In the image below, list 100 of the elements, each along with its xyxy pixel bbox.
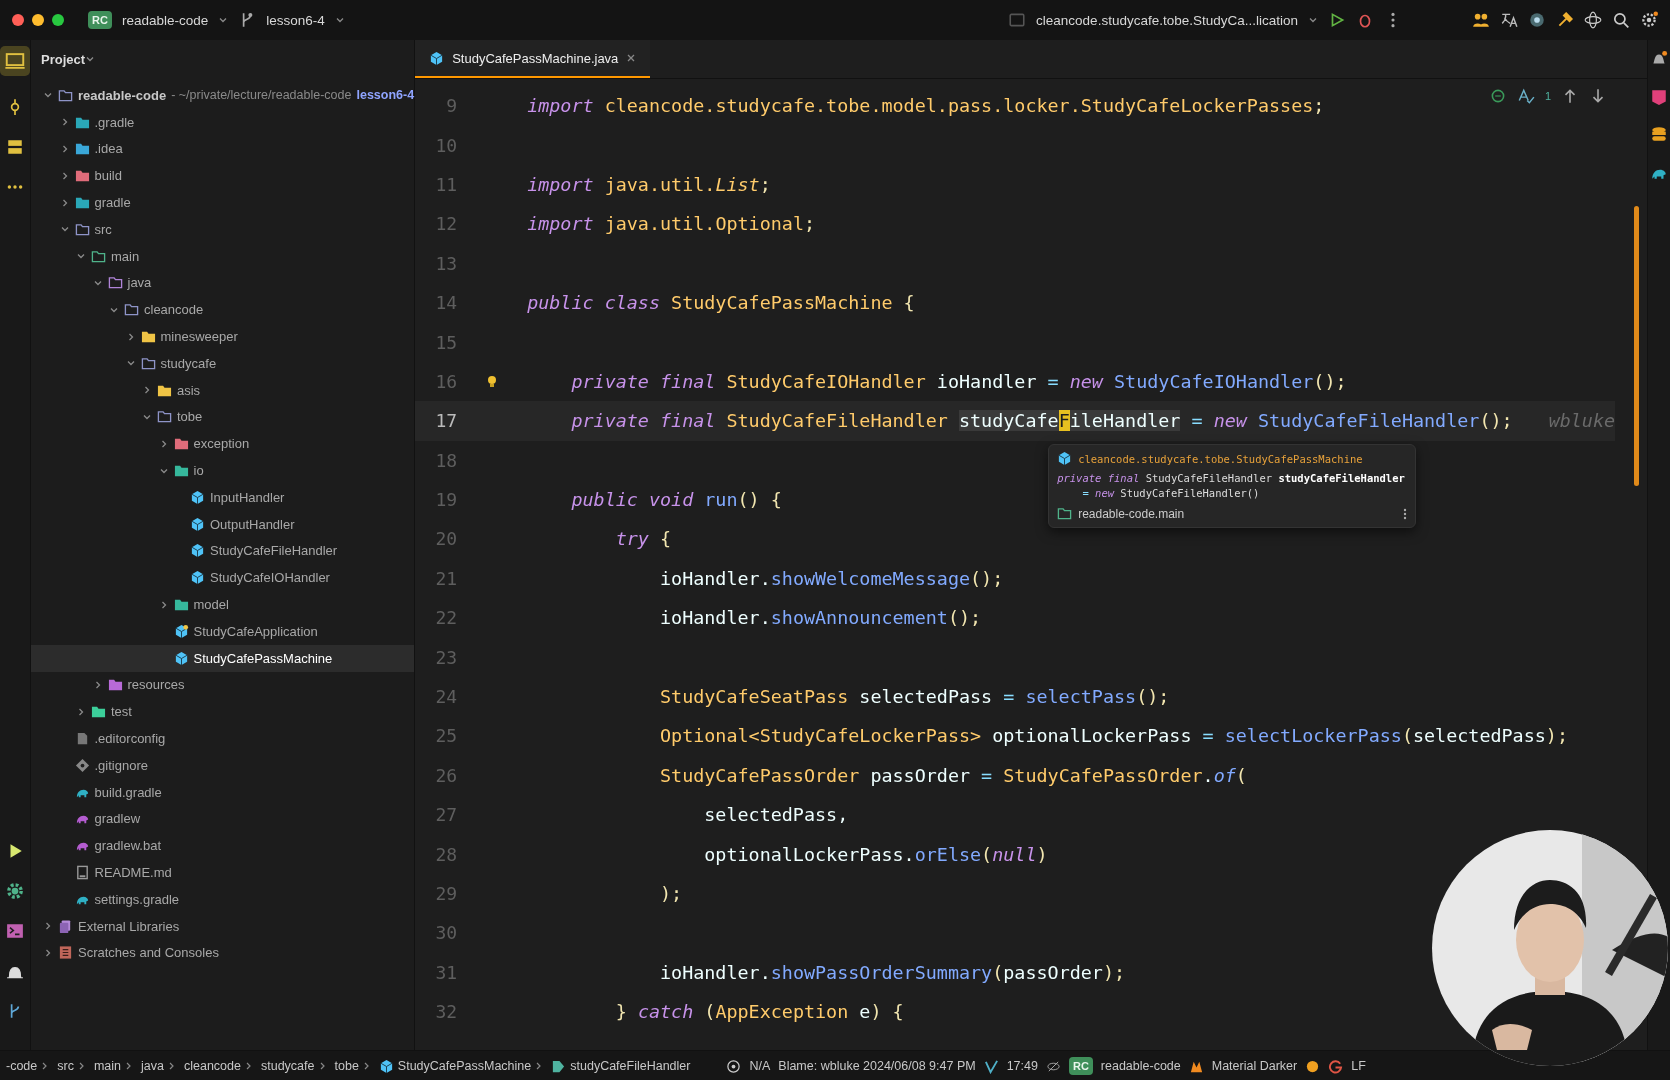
tree-item[interactable]: resources [127,677,185,693]
breadcrumb[interactable]: main [93,1059,122,1073]
chevron-down-icon[interactable] [85,54,96,64]
breadcrumb[interactable]: java [141,1059,164,1073]
inspection-count[interactable]: 1 [1544,90,1552,102]
settings-icon[interactable] [1640,11,1658,29]
class-icon [190,543,205,559]
tree-item[interactable]: StudyCafeFileHandler [210,543,338,559]
line-number: 9 [445,95,458,117]
line-number: 10 [434,134,458,156]
cursor-position[interactable]: 17:49 [1006,1059,1038,1073]
close-button[interactable] [12,14,24,26]
vcs-status[interactable]: N/A [749,1059,771,1073]
code-line: ); [659,883,683,904]
tree-item[interactable]: exception [193,436,250,452]
tree-item[interactable]: .editorconfig [94,731,166,746]
tree-item[interactable]: main [111,248,140,264]
breadcrumb[interactable]: tobe [334,1059,359,1073]
breadcrumb[interactable]: studyCafeFileHandler [570,1059,691,1073]
tree-item[interactable]: settings.gradle [94,891,180,907]
gear-icon[interactable] [6,882,24,900]
tree-item[interactable]: io [193,463,204,479]
chevron-right-icon [362,1061,371,1071]
code-line: import java.util.List; [527,173,771,195]
tree-item[interactable]: build.gradle [94,784,162,800]
tree-item[interactable]: gradlew.bat [94,838,161,854]
run-configuration[interactable]: cleancode.studycafe.tobe.StudyCa...lication [1036,12,1298,28]
atom-icon[interactable] [1584,11,1602,29]
blame-info[interactable]: Blame: wbluke 2024/06/08 9:47 PM [778,1059,976,1073]
project-badge: RC [1068,1057,1093,1075]
hammer-icon[interactable] [1556,11,1574,29]
structure-icon[interactable] [6,138,24,156]
tree-item[interactable]: cleancode [144,302,204,318]
list-icon [58,945,73,961]
tree-item[interactable]: README.md [94,865,172,880]
search-icon[interactable] [1612,11,1630,29]
dot-icon[interactable] [1305,1058,1321,1074]
code-line: try { [614,528,672,550]
chevron-down-icon[interactable] [334,15,345,25]
line-number: 13 [434,252,458,274]
branch-selector[interactable]: lesson6-4 [266,12,325,28]
g-icon[interactable] [1328,1058,1344,1074]
translate-icon[interactable] [1500,11,1518,29]
branch-label: lesson6-4 [356,88,415,103]
line-number: 29 [434,883,458,904]
chevron-right-icon[interactable] [43,921,53,932]
monitor-icon[interactable] [0,46,30,76]
chevron-down-icon[interactable] [1308,15,1318,25]
tree-item[interactable]: minesweeper [160,329,238,345]
tree-item[interactable]: tobe [177,409,203,425]
panel-title[interactable]: Project [41,51,86,67]
tree-item[interactable]: test [111,704,132,720]
tree-item[interactable]: asis [177,382,201,398]
database-icon[interactable] [1650,126,1669,144]
class-path[interactable]: cleancode.studycafe.tobe.StudyCafePassMachine [1078,452,1363,465]
maximize-button[interactable] [52,14,64,26]
scrollbar[interactable] [1634,206,1640,486]
chevron-right-icon[interactable] [76,706,86,717]
tree-item[interactable]: StudyCafeIOHandler [210,570,330,586]
more-icon[interactable] [1403,507,1408,520]
tree-item[interactable]: OutputHandler [210,516,295,532]
tree-item[interactable]: src [94,221,112,237]
chevron-down-icon[interactable] [218,15,229,25]
tree-item[interactable]: Scratches and Consoles [78,945,219,961]
terminal-icon[interactable] [6,922,24,940]
breadcrumb[interactable]: -code [6,1059,38,1073]
spellcheck-icon[interactable] [1516,87,1535,105]
circle-icon[interactable] [1528,11,1546,29]
class-icon [190,516,205,532]
tree-item[interactable]: .gradle [94,114,135,130]
tree-item[interactable]: External Libraries [78,918,180,934]
plugin-icon[interactable] [1650,88,1669,106]
tree-item[interactable]: InputHandler [210,489,285,505]
tree-item[interactable]: studycafe [160,355,217,371]
project-selector[interactable]: readable-code [121,12,209,28]
chevron-right-icon[interactable] [43,947,53,958]
theme-name[interactable]: Material Darker [1211,1059,1298,1073]
project-name[interactable]: readable-code [1100,1059,1181,1073]
minimize-button[interactable] [32,14,44,26]
tree-item[interactable]: gradlew [94,811,141,827]
chevron-right-icon [77,1061,86,1071]
breadcrumb[interactable]: cleancode [184,1059,241,1073]
people-icon[interactable] [1472,11,1490,29]
tree-item[interactable]: readable-code [78,87,167,103]
breadcrumb[interactable]: studycafe [261,1059,315,1073]
checkmark-icon[interactable] [983,1058,999,1074]
breadcrumb[interactable]: StudyCafePassMachine [397,1059,532,1073]
tree-item[interactable]: java [127,275,152,291]
breadcrumb[interactable]: src [57,1059,74,1073]
tree-item[interactable]: .idea [94,141,123,157]
close-icon[interactable] [626,53,637,63]
tree-item[interactable]: build [94,168,122,184]
tree-item[interactable]: StudyCafeApplication [193,623,318,639]
folder-icon [157,409,172,425]
tree-item[interactable]: .gitignore [94,757,148,773]
tree-item[interactable]: gradle [94,195,131,211]
tree-item[interactable]: model [193,597,229,613]
file-tab[interactable]: StudyCafePassMachine.java [415,40,651,78]
line-separator[interactable]: LF [1351,1059,1366,1073]
chevron-right-icon[interactable] [142,385,152,396]
